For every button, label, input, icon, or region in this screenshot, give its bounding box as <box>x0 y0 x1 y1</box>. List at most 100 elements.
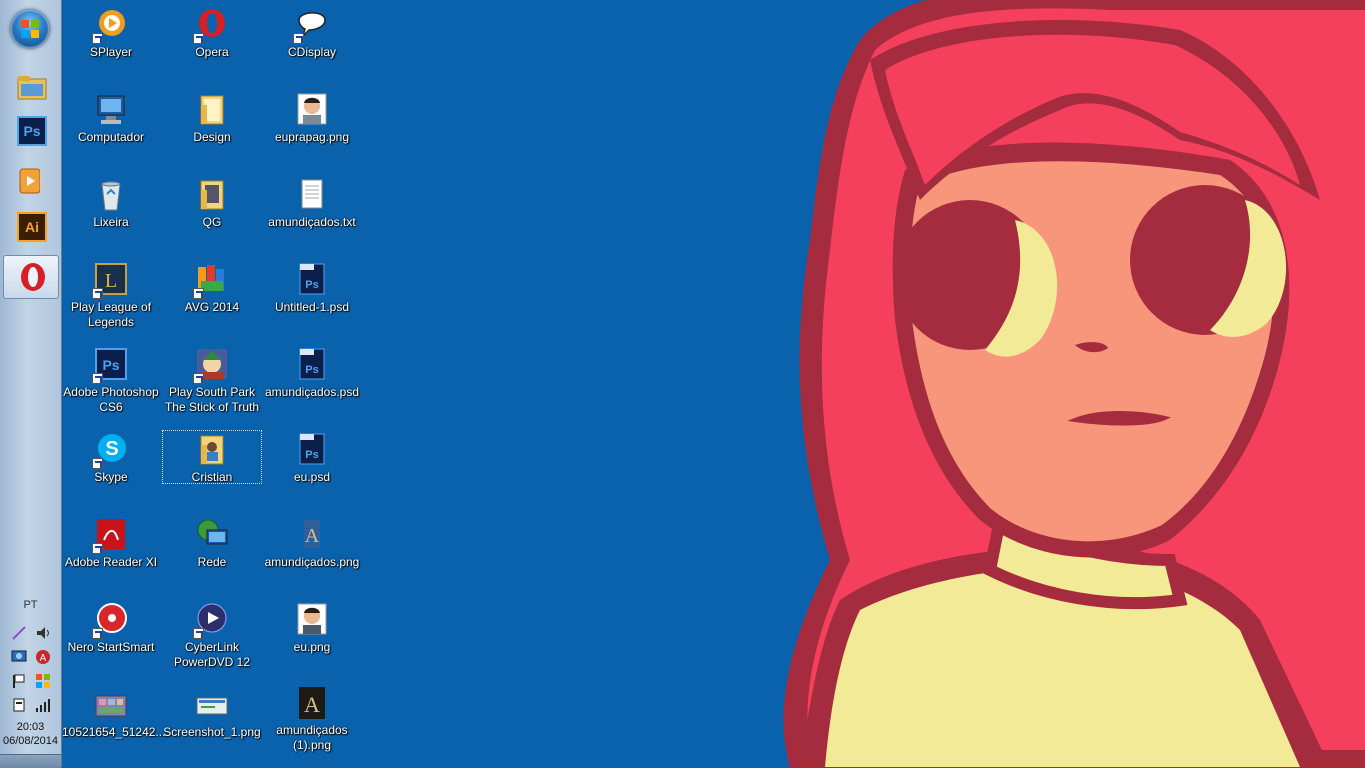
taskbar-photoshop-button[interactable]: Ps <box>3 110 59 152</box>
user-folder-icon <box>195 433 229 467</box>
svg-text:Ps: Ps <box>102 357 119 373</box>
shortcut-arrow-icon <box>193 628 204 639</box>
taskbar-opera-button[interactable] <box>3 255 59 299</box>
svg-text:Ps: Ps <box>305 279 318 291</box>
desktop-icon-label: CDisplay <box>287 45 336 59</box>
svg-text:L: L <box>105 270 117 292</box>
desktop-icon-euprapag[interactable]: euprapag.png <box>263 93 361 145</box>
portrait-image-icon <box>295 603 329 637</box>
folder-icon <box>17 72 47 102</box>
svg-text:A: A <box>40 653 47 664</box>
desktop-icon-label: 10521654_51242... <box>62 725 166 739</box>
device-tray-icon[interactable] <box>11 697 27 713</box>
opera-icon <box>193 8 229 44</box>
windows-update-icon[interactable] <box>35 673 51 689</box>
desktop-icon-rede[interactable]: Rede <box>163 518 261 570</box>
taskbar-media-player-button[interactable] <box>3 160 59 202</box>
drawing-image-icon: A <box>295 518 329 552</box>
desktop-icon-amundicados-png[interactable]: A amundiçados.png <box>263 518 361 570</box>
photoshop-icon: Ps <box>92 348 128 384</box>
avg-icon <box>193 263 229 299</box>
desktop-icon-label: amundiçados (1).png <box>276 723 348 752</box>
psd-file-icon: Ps <box>295 263 329 297</box>
folder-icon <box>195 178 229 212</box>
signal-bars-icon[interactable] <box>35 697 51 713</box>
shortcut-arrow-icon <box>92 373 103 384</box>
svg-text:Ps: Ps <box>305 364 318 376</box>
shortcut-arrow-icon <box>293 33 304 44</box>
skype-icon: S <box>92 433 128 469</box>
desktop-icon-label: eu.png <box>293 640 331 654</box>
desktop-icon-label: Lixeira <box>93 215 129 229</box>
svg-text:Ps: Ps <box>305 449 318 461</box>
photoshop-icon: Ps <box>17 116 47 146</box>
image-file-icon <box>195 688 229 722</box>
desktop-icon-splayer[interactable]: SPlayer <box>62 8 160 60</box>
desktop-icon-label: AVG 2014 <box>184 300 240 314</box>
desktop-icon-label: euprapag.png <box>274 130 350 144</box>
adobe-reader-icon <box>92 518 128 554</box>
desktop-icon-opera[interactable]: Opera <box>163 8 261 60</box>
clock-time: 20:03 <box>16 721 45 733</box>
desktop-icon-design[interactable]: Design <box>163 93 261 145</box>
network-tray-icon[interactable] <box>11 649 27 665</box>
desktop-icon-image-file[interactable]: 10521654_51242... <box>62 688 166 740</box>
desktop-icon-label: amundiçados.png <box>264 555 360 569</box>
image-file-icon <box>94 688 128 722</box>
desktop-icon-label: amundiçados.psd <box>264 385 360 399</box>
portrait-image-icon <box>295 93 329 127</box>
svg-text:A: A <box>305 525 320 547</box>
text-file-icon <box>295 178 329 212</box>
nero-icon <box>92 603 128 639</box>
svg-text:A: A <box>304 692 320 717</box>
desktop-icon-avg-2014[interactable]: AVG 2014 <box>163 263 261 315</box>
desktop-icon-lixeira[interactable]: Lixeira <box>62 178 160 230</box>
desktop-icon-league-of-legends[interactable]: L Play League of Legends <box>62 263 160 330</box>
opera-icon <box>18 262 48 292</box>
desktop-icon-amundicados-1-png[interactable]: A amundiçados (1).png <box>263 686 361 753</box>
taskbar-illustrator-button[interactable]: Ai <box>3 206 59 248</box>
south-park-icon <box>193 348 229 384</box>
taskbar: Ps Ai PT A 20:03 06/08/2014 <box>0 0 62 768</box>
psd-file-icon: Ps <box>295 348 329 382</box>
pen-icon[interactable] <box>11 625 27 641</box>
desktop-icon-adobe-reader-xi[interactable]: Adobe Reader XI <box>62 518 160 570</box>
clock-date: 06/08/2014 <box>2 735 59 747</box>
svg-text:S: S <box>105 438 118 460</box>
clock[interactable]: 20:03 06/08/2014 <box>0 720 61 748</box>
desktop-icon-eu-psd[interactable]: Ps eu.psd <box>263 433 361 485</box>
desktop-icon-computador[interactable]: Computador <box>62 93 160 145</box>
desktop-icon-label: CyberLink PowerDVD 12 <box>173 640 251 669</box>
desktop-icon-label: QG <box>202 215 222 229</box>
desktop-icon-label: Rede <box>197 555 227 569</box>
desktop-icon-screenshot-1[interactable]: Screenshot_1.png <box>163 688 261 740</box>
antivirus-tray-icon[interactable]: A <box>35 649 51 665</box>
taskbar-explorer-button[interactable] <box>3 66 59 108</box>
desktop-icon-label: Cristian <box>191 470 233 484</box>
desktop-icon-south-park[interactable]: Play South Park The Stick of Truth <box>163 348 261 415</box>
desktop-icon-adobe-photoshop-cs6[interactable]: Ps Adobe Photoshop CS6 <box>62 348 160 415</box>
windows-logo-icon <box>21 20 39 38</box>
language-indicator[interactable]: PT <box>0 599 61 611</box>
league-of-legends-icon: L <box>92 263 128 299</box>
desktop-icon-untitled-1-psd[interactable]: Ps Untitled-1.psd <box>263 263 361 315</box>
desktop-icon-cyberlink-powerdvd[interactable]: CyberLink PowerDVD 12 <box>163 603 261 670</box>
desktop-icon-amundicados-psd[interactable]: Ps amundiçados.psd <box>263 348 361 400</box>
action-center-flag-icon[interactable] <box>11 673 27 689</box>
shortcut-arrow-icon <box>92 628 103 639</box>
desktop-icon-label: Nero StartSmart <box>67 640 155 654</box>
desktop-icon-nero-startsmart[interactable]: Nero StartSmart <box>62 603 160 655</box>
shortcut-arrow-icon <box>92 543 103 554</box>
start-button[interactable] <box>11 10 49 48</box>
desktop-icon-eu-png[interactable]: eu.png <box>263 603 361 655</box>
desktop-icon-qg[interactable]: QG <box>163 178 261 230</box>
desktop-icon-cristian[interactable]: Cristian <box>162 430 262 484</box>
shortcut-arrow-icon <box>193 33 204 44</box>
desktop-icon-cdisplay[interactable]: CDisplay <box>263 8 361 60</box>
shortcut-arrow-icon <box>92 458 103 469</box>
show-desktop-button[interactable] <box>0 754 61 768</box>
desktop-icon-label: eu.psd <box>293 470 331 484</box>
desktop-icon-skype[interactable]: S Skype <box>62 433 160 485</box>
volume-icon[interactable] <box>35 625 51 641</box>
desktop-icon-amundicados-txt[interactable]: amundiçados.txt <box>263 178 361 230</box>
